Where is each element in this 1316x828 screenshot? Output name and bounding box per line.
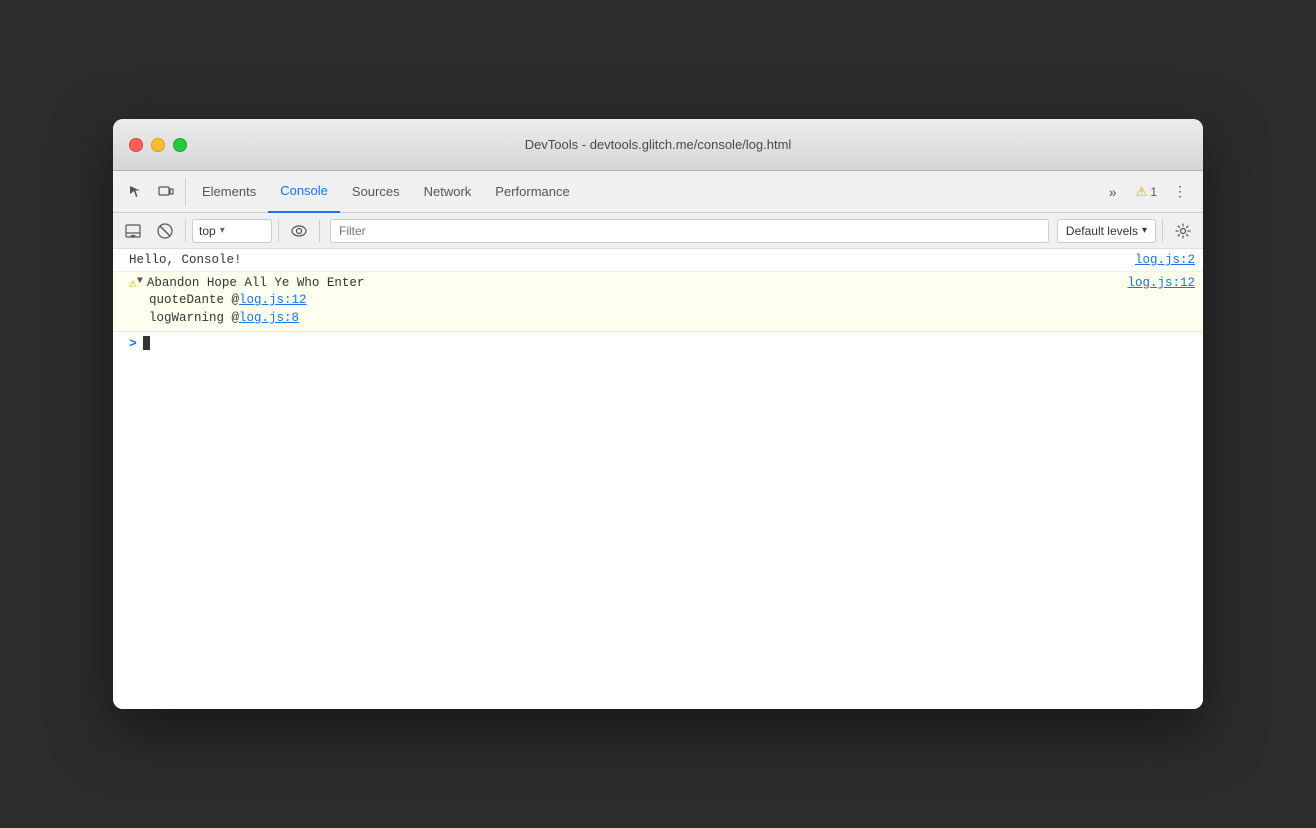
window-title: DevTools - devtools.glitch.me/console/lo… [525,137,792,152]
console-prompt[interactable]: > [113,332,1203,360]
toolbar-divider-4 [1162,220,1163,242]
warning-badge[interactable]: ⚠ 1 [1132,182,1161,202]
minimize-button[interactable] [151,138,165,152]
stack-link-2[interactable]: log.js:8 [239,311,299,325]
tabs-divider [185,178,186,206]
tab-elements[interactable]: Elements [190,171,268,213]
console-toolbar: top ▾ Default levels ▾ [113,213,1203,249]
context-arrow: ▾ [220,225,225,236]
devtools-window: DevTools - devtools.glitch.me/console/lo… [113,119,1203,709]
more-tabs-button[interactable]: » [1098,177,1128,207]
warning-title-row: ⚠ ▼ Abandon Hope All Ye Who Enter log.js… [129,276,1195,291]
title-bar: DevTools - devtools.glitch.me/console/lo… [113,119,1203,171]
stack-line-2: logWarning @ log.js:8 [129,309,1195,327]
settings-button[interactable] [1169,217,1197,245]
levels-selector[interactable]: Default levels ▾ [1057,219,1156,243]
warning-message: Abandon Hope All Ye Who Enter [147,276,365,290]
console-entry-warning: ⚠ ▼ Abandon Hope All Ye Who Enter log.js… [113,272,1203,332]
inspect-element-icon[interactable] [121,177,151,207]
log-row: Hello, Console! log.js:2 [129,253,1195,267]
warning-file-link[interactable]: log.js:12 [1107,276,1195,290]
prompt-cursor [143,336,150,350]
stack-link-1[interactable]: log.js:12 [239,293,307,307]
console-entry-log: Hello, Console! log.js:2 [113,249,1203,272]
toolbar-divider-3 [319,220,320,242]
tabs-right: » ⚠ 1 ⋮ [1098,177,1195,207]
toolbar-divider-1 [185,220,186,242]
show-drawer-button[interactable] [119,217,147,245]
stack-label-2: logWarning @ [149,311,239,325]
log-file-link[interactable]: log.js:2 [1115,253,1195,267]
tab-sources[interactable]: Sources [340,171,412,213]
maximize-button[interactable] [173,138,187,152]
tab-performance[interactable]: Performance [483,171,581,213]
stack-line-1: quoteDante @ log.js:12 [129,291,1195,309]
levels-arrow: ▾ [1142,225,1147,236]
traffic-lights [129,138,187,152]
log-message: Hello, Console! [129,253,242,267]
prompt-caret: > [129,336,137,351]
more-tools-button[interactable]: ⋮ [1165,177,1195,207]
console-output: Hello, Console! log.js:2 ⚠ ▼ Abandon Hop… [113,249,1203,709]
warning-triangle-icon: ⚠ [129,276,137,291]
stack-label-1: quoteDante @ [149,293,239,307]
device-toolbar-icon[interactable] [151,177,181,207]
clear-console-button[interactable] [151,217,179,245]
collapse-arrow-icon[interactable]: ▼ [137,276,143,287]
warning-content: ⚠ ▼ Abandon Hope All Ye Who Enter log.js… [129,276,1195,327]
filter-input[interactable] [330,219,1049,243]
context-selector[interactable]: top ▾ [192,219,272,243]
tab-network[interactable]: Network [412,171,484,213]
eye-icon-button[interactable] [285,217,313,245]
filter-wrapper [330,219,1049,243]
warning-icon: ⚠ [1136,184,1148,200]
tab-console[interactable]: Console [268,171,340,213]
toolbar-divider-2 [278,220,279,242]
close-button[interactable] [129,138,143,152]
devtools-tabs: Elements Console Sources Network Perform… [113,171,1203,213]
